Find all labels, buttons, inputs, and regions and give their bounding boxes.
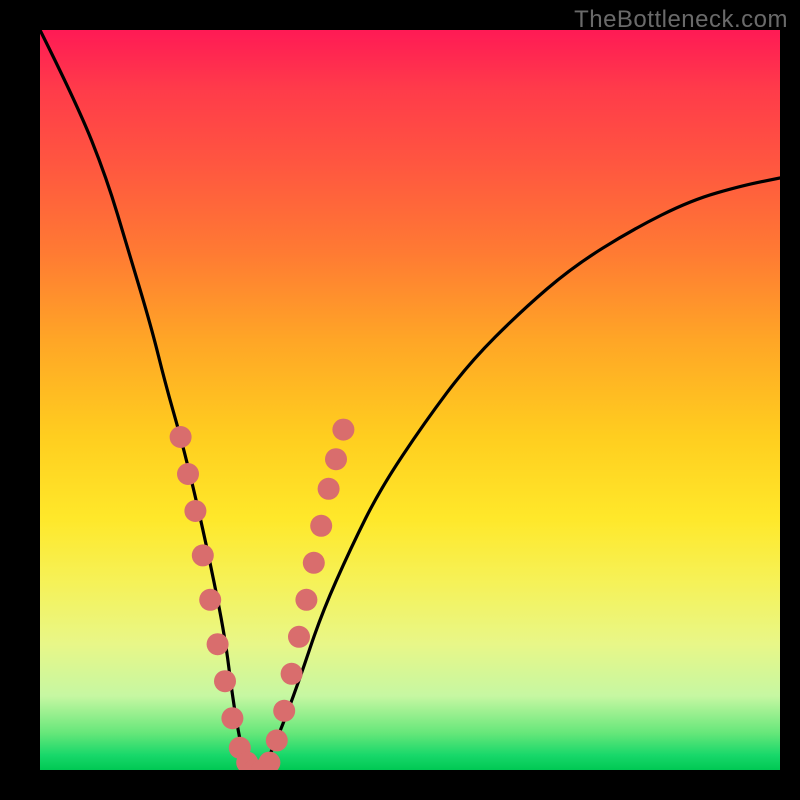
chart-frame: TheBottleneck.com (0, 0, 800, 800)
data-marker (199, 589, 221, 611)
data-marker (310, 515, 332, 537)
plot-area (40, 30, 780, 770)
bottleneck-curve (40, 30, 780, 770)
data-marker (318, 478, 340, 500)
data-marker (170, 426, 192, 448)
data-marker (325, 448, 347, 470)
data-marker (177, 463, 199, 485)
data-marker (192, 544, 214, 566)
data-marker (207, 633, 229, 655)
data-marker (258, 752, 280, 770)
data-marker (214, 670, 236, 692)
data-marker (221, 707, 243, 729)
data-marker (295, 589, 317, 611)
data-marker (281, 663, 303, 685)
data-marker (288, 626, 310, 648)
data-marker (332, 419, 354, 441)
data-marker (303, 552, 325, 574)
data-marker (273, 700, 295, 722)
curve-svg (40, 30, 780, 770)
data-marker (184, 500, 206, 522)
marker-group (170, 419, 355, 770)
data-marker (266, 729, 288, 751)
